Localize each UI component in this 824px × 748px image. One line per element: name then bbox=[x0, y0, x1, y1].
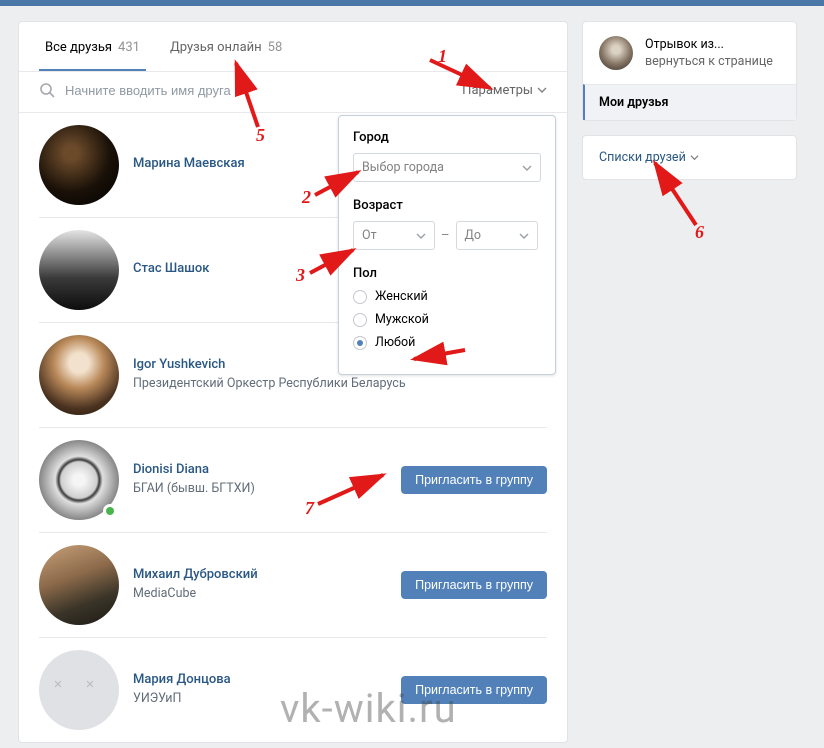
annotation-1: 1 bbox=[438, 46, 447, 67]
chevron-down-icon bbox=[519, 231, 529, 241]
gender-radio[interactable]: Любой bbox=[353, 335, 541, 350]
chevron-down-icon bbox=[537, 85, 547, 95]
radio-label: Любой bbox=[375, 335, 415, 350]
annotation-6: 6 bbox=[695, 222, 704, 243]
age-from-select[interactable]: От bbox=[353, 221, 435, 250]
annotation-5: 5 bbox=[256, 125, 265, 146]
friend-subtitle: Президентский Оркестр Республики Беларус… bbox=[133, 376, 547, 393]
tab-count: 431 bbox=[118, 40, 140, 55]
params-toggle[interactable]: Параметры bbox=[462, 83, 547, 98]
online-indicator bbox=[103, 504, 117, 518]
tab-label: Друзья онлайн bbox=[170, 40, 262, 55]
friend-row: Михаил Дубровский MediaCube Пригласить в… bbox=[39, 533, 547, 638]
age-from-value: От bbox=[362, 228, 377, 243]
chevron-down-icon bbox=[416, 231, 426, 241]
invite-to-group-button[interactable]: Пригласить в группу bbox=[401, 466, 547, 494]
tabs-bar: Все друзья 431 Друзья онлайн 58 bbox=[19, 22, 567, 72]
radio-icon bbox=[353, 313, 367, 327]
profile-card: Отрывок из... вернуться к странице Мои д… bbox=[582, 21, 797, 121]
tab-label: Все друзья bbox=[45, 40, 112, 55]
gender-radio[interactable]: Мужской bbox=[353, 312, 541, 327]
avatar[interactable] bbox=[39, 125, 119, 205]
age-to-select[interactable]: До bbox=[456, 221, 538, 250]
city-value: Выбор города bbox=[362, 160, 444, 175]
watermark: vk-wiki.ru bbox=[280, 685, 457, 732]
radio-icon bbox=[353, 336, 367, 350]
friend-name-link[interactable]: Dionisi Diana bbox=[133, 462, 387, 477]
age-to-value: До bbox=[465, 228, 482, 243]
annotation-7: 7 bbox=[305, 498, 314, 519]
search-input[interactable] bbox=[65, 83, 462, 98]
avatar[interactable] bbox=[39, 545, 119, 625]
dash: – bbox=[441, 228, 450, 243]
profile-title: Отрывок из... bbox=[645, 37, 773, 52]
search-row: Параметры bbox=[19, 72, 567, 113]
avatar[interactable] bbox=[39, 230, 119, 310]
chevron-down-icon bbox=[690, 153, 699, 162]
tab-online-friends[interactable]: Друзья онлайн 58 bbox=[164, 22, 288, 71]
params-label: Параметры bbox=[462, 83, 533, 98]
params-panel: Город Выбор города Возраст От – До bbox=[338, 115, 556, 375]
link-label: Списки друзей bbox=[599, 150, 686, 165]
annotation-3: 3 bbox=[296, 265, 305, 286]
avatar[interactable] bbox=[39, 335, 119, 415]
radio-icon bbox=[353, 290, 367, 304]
friend-lists-link[interactable]: Списки друзей bbox=[583, 136, 796, 179]
gender-radio[interactable]: Женский bbox=[353, 289, 541, 304]
radio-label: Женский bbox=[375, 289, 428, 304]
invite-to-group-button[interactable]: Пригласить в группу bbox=[401, 571, 547, 599]
avatar[interactable] bbox=[599, 36, 633, 70]
side-lists-card: Списки друзей bbox=[582, 135, 797, 180]
city-select[interactable]: Выбор города bbox=[353, 153, 541, 182]
friend-subtitle: БГАИ (бывш. БГТХИ) bbox=[133, 481, 387, 498]
tab-all-friends[interactable]: Все друзья 431 bbox=[39, 22, 146, 71]
friend-row: Dionisi Diana БГАИ (бывш. БГТХИ) Приглас… bbox=[39, 428, 547, 533]
filter-gender-label: Пол bbox=[353, 266, 541, 281]
back-to-page-link[interactable]: вернуться к странице bbox=[645, 54, 773, 69]
annotation-2: 2 bbox=[302, 187, 311, 208]
avatar[interactable] bbox=[39, 650, 119, 730]
filter-age-label: Возраст bbox=[353, 198, 541, 213]
avatar[interactable] bbox=[39, 440, 119, 520]
tab-count: 58 bbox=[268, 40, 283, 55]
friend-subtitle: MediaCube bbox=[133, 586, 387, 603]
chevron-down-icon bbox=[522, 163, 532, 173]
radio-label: Мужской bbox=[375, 312, 429, 327]
friend-name-link[interactable]: Михаил Дубровский bbox=[133, 567, 387, 582]
search-icon bbox=[39, 82, 55, 98]
sidebar-item-my-friends[interactable]: Мои друзья bbox=[583, 84, 796, 120]
filter-city-label: Город bbox=[353, 130, 541, 145]
